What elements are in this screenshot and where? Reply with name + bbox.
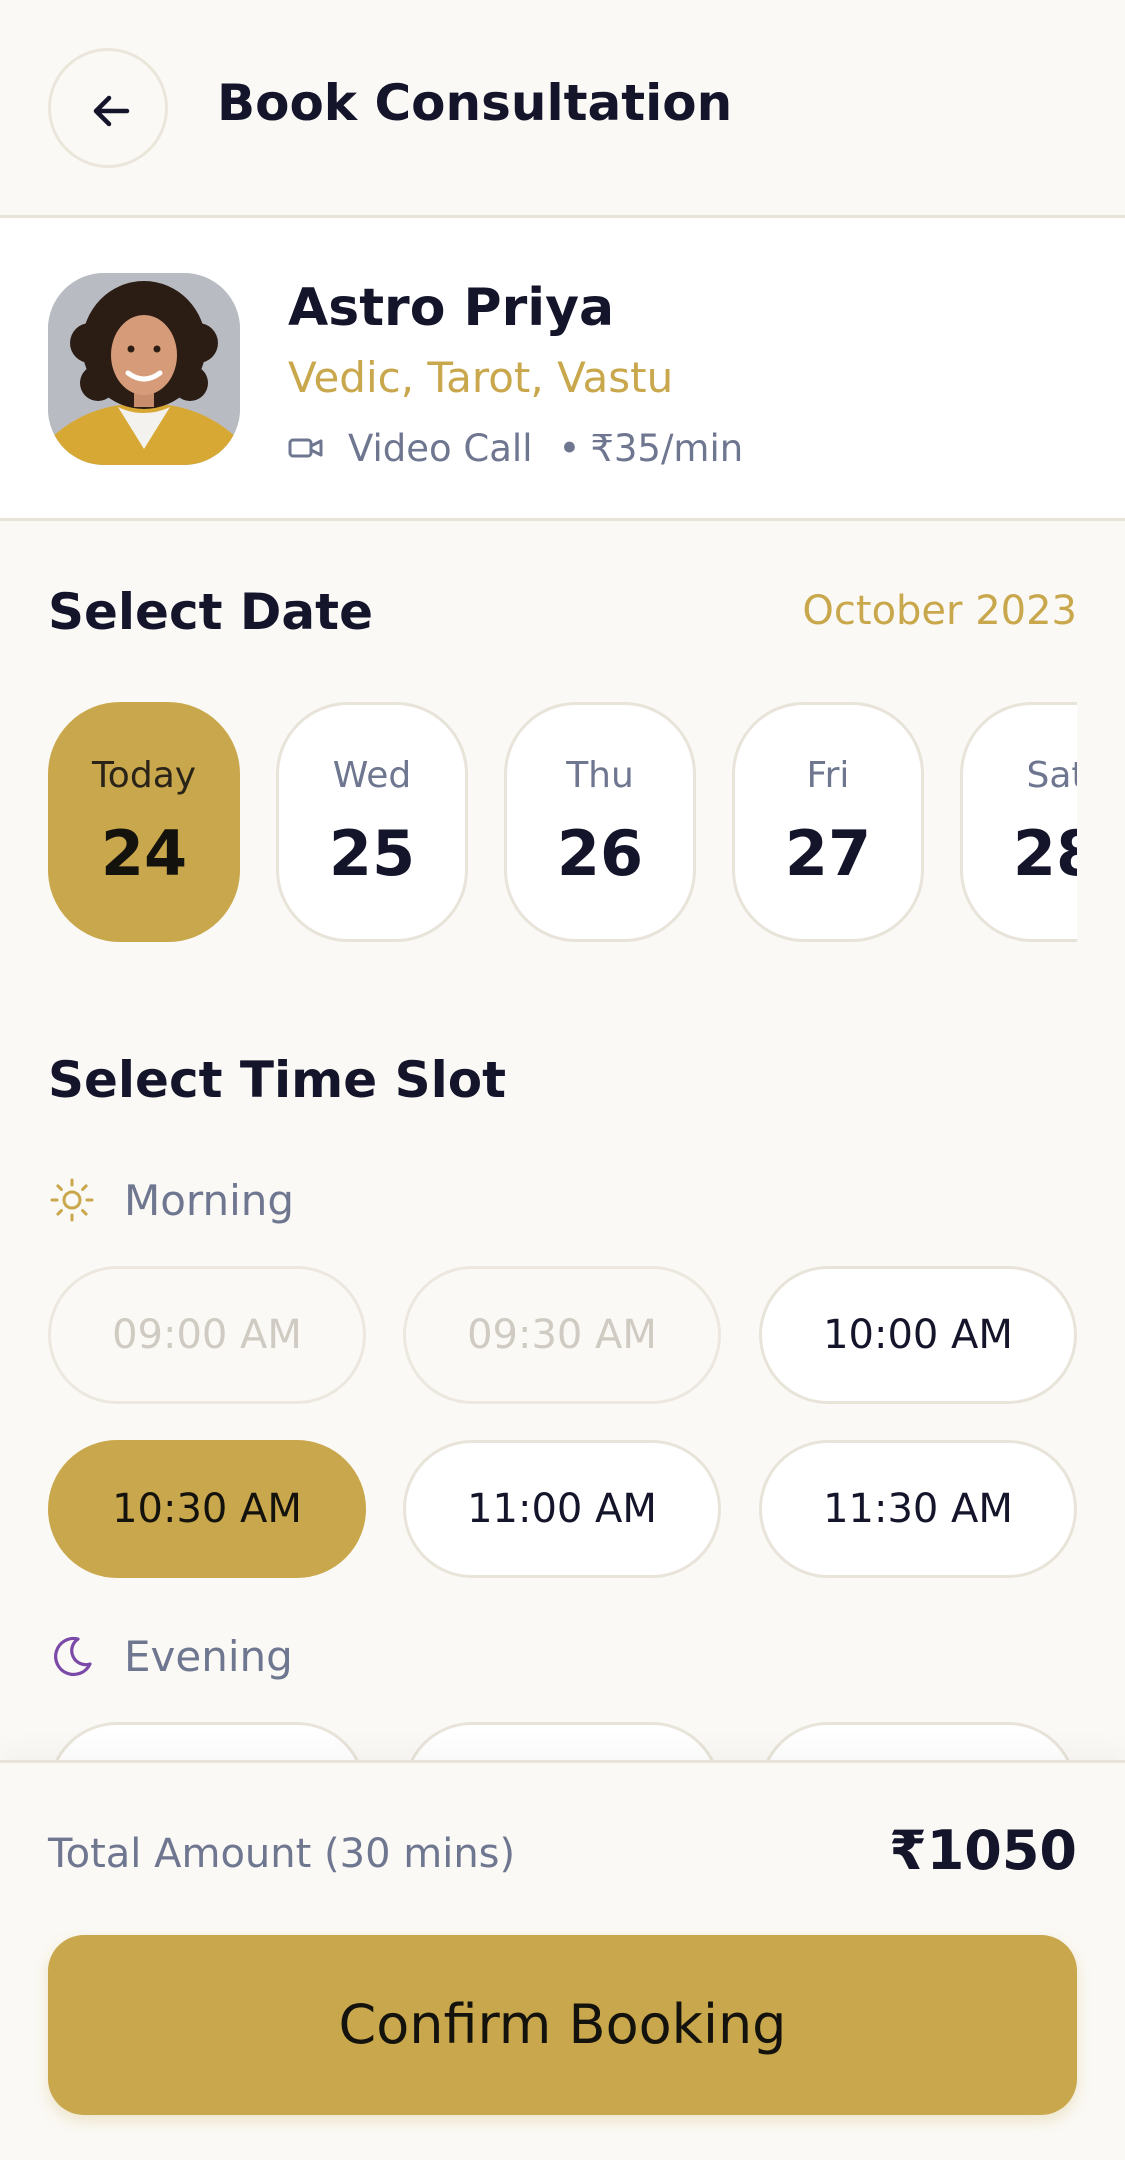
date-number: 27 <box>784 817 872 890</box>
sun-icon <box>50 1178 94 1222</box>
call-rate: ₹35/min <box>590 426 744 470</box>
time-slot[interactable]: 10:00 AM <box>759 1266 1077 1404</box>
arrow-left-icon <box>93 95 130 127</box>
date-number: 26 <box>556 817 644 890</box>
date-card[interactable]: Fri 27 <box>732 702 924 942</box>
time-slot-selected[interactable]: 10:30 AM <box>48 1440 366 1578</box>
booking-footer: Total Amount (30 mins) ₹1050 Confirm Boo… <box>0 1760 1125 2160</box>
date-number: 24 <box>100 817 188 890</box>
app-header: Book Consultation <box>0 0 1125 218</box>
morning-label: Morning <box>124 1175 295 1225</box>
date-number: 28 <box>1012 817 1077 890</box>
moon-icon <box>54 1636 92 1677</box>
total-amount-label: Total Amount (30 mins) <box>48 1831 516 1877</box>
time-slot: 09:30 AM <box>403 1266 721 1404</box>
time-slot[interactable]: 11:30 AM <box>759 1440 1077 1578</box>
date-day: Fri <box>806 755 850 796</box>
select-time-slot-title: Select Time Slot <box>48 1051 506 1109</box>
month-label: October 2023 <box>802 588 1077 634</box>
date-day: Wed <box>332 755 412 796</box>
astrologer-avatar <box>48 273 240 465</box>
evening-label: Evening <box>124 1631 293 1681</box>
astrologer-name: Astro Priya <box>288 278 615 338</box>
date-card[interactable]: Thu 26 <box>504 702 696 942</box>
back-button[interactable] <box>48 48 168 168</box>
date-card[interactable]: Sat 28 <box>960 702 1077 942</box>
morning-section-label: Morning <box>48 1170 294 1230</box>
time-slot[interactable]: 11:00 AM <box>403 1440 721 1578</box>
page-title: Book Consultation <box>217 74 733 132</box>
astrologer-skills: Vedic, Tarot, Vastu <box>288 353 674 402</box>
date-day: Today <box>91 755 197 796</box>
date-day: Thu <box>566 755 634 796</box>
date-number: 25 <box>328 817 416 890</box>
total-amount-value: ₹1050 <box>889 1819 1077 1882</box>
separator-dot: • <box>558 426 581 470</box>
date-strip[interactable]: Today 24 Wed 25 Thu 26 Fri 27 Sat 28 <box>48 702 1077 942</box>
video-camera-icon <box>288 438 323 458</box>
call-info: Video Call • ₹35/min <box>288 423 743 473</box>
astrologer-card: Astro Priya Vedic, Tarot, Vastu Video Ca… <box>0 218 1125 521</box>
evening-section-label: Evening <box>48 1626 293 1686</box>
date-card[interactable]: Wed 25 <box>276 702 468 942</box>
time-slot: 09:00 AM <box>48 1266 366 1404</box>
date-day: Sat <box>1026 755 1077 796</box>
call-type: Video Call <box>348 426 533 470</box>
confirm-booking-button[interactable]: Confirm Booking <box>48 1935 1077 2115</box>
date-card[interactable]: Today 24 <box>48 702 240 942</box>
select-date-title: Select Date <box>48 583 373 641</box>
